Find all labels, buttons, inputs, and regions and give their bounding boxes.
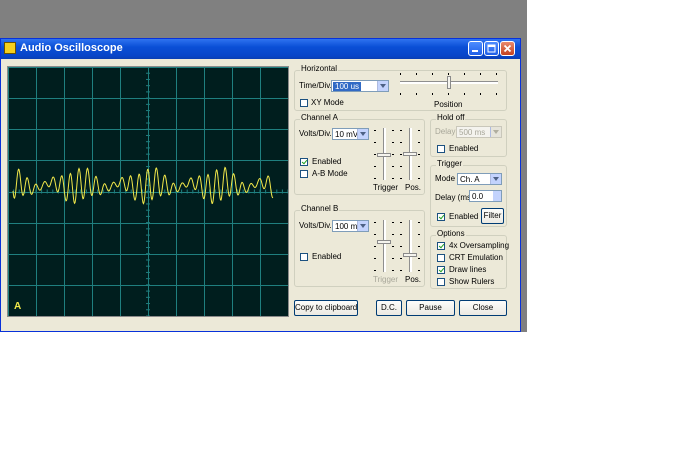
channel-b-title: Channel B bbox=[300, 204, 340, 213]
channel-a-group: Channel A Volts/Div. 10 mV Enabled A-B M… bbox=[294, 113, 425, 195]
copy-to-clipboard-button[interactable]: Copy to clipboard bbox=[294, 300, 358, 316]
position-label: Position bbox=[434, 100, 463, 109]
horizontal-position-slider[interactable] bbox=[400, 73, 498, 97]
channel-b-group: Channel B Volts/Div. 100 mV Enabled Trig… bbox=[294, 204, 425, 287]
draw-lines-checkbox[interactable] bbox=[437, 266, 445, 274]
chevron-down-icon bbox=[357, 221, 368, 231]
time-div-select[interactable]: 100 us bbox=[331, 80, 389, 92]
oscilloscope-window: Audio Oscilloscope A Horizontal Time/Div… bbox=[0, 38, 521, 332]
oversampling-label: 4x Oversampling bbox=[449, 241, 510, 250]
hold-off-title: Hold off bbox=[436, 113, 466, 122]
channel-a-position-slider[interactable] bbox=[400, 128, 420, 180]
close-window-button[interactable] bbox=[500, 41, 515, 56]
channel-a-trigger-label: Trigger bbox=[373, 183, 399, 192]
trigger-mode-value: Ch. A bbox=[460, 175, 480, 184]
time-div-value: 100 us bbox=[333, 82, 362, 91]
chevron-down-icon bbox=[357, 129, 368, 139]
trigger-enabled-checkbox[interactable] bbox=[437, 213, 445, 221]
trigger-delay-spinbox[interactable]: 0.0 bbox=[469, 190, 502, 202]
window-title: Audio Oscilloscope bbox=[20, 42, 123, 54]
minimize-button[interactable] bbox=[468, 41, 483, 56]
trigger-delay-value: 0.0 bbox=[472, 192, 484, 201]
app-icon bbox=[4, 42, 16, 54]
hold-off-delay-value: 500 ms bbox=[459, 128, 486, 137]
channel-b-trigger-thumb[interactable] bbox=[377, 240, 391, 244]
pause-button[interactable]: Pause bbox=[406, 300, 455, 316]
xy-mode-label: XY Mode bbox=[311, 98, 344, 107]
channel-a-pos-label: Pos. bbox=[405, 183, 422, 192]
chevron-down-icon bbox=[490, 174, 501, 184]
channel-a-volts-div-select[interactable]: 10 mV bbox=[332, 128, 369, 140]
channel-b-volts-div-select[interactable]: 100 mV bbox=[332, 220, 369, 232]
hold-off-group: Hold off Delay 500 ms Enabled bbox=[430, 113, 507, 157]
channel-a-trace bbox=[12, 166, 274, 205]
title-bar[interactable]: Audio Oscilloscope bbox=[1, 39, 520, 59]
channel-a-title: Channel A bbox=[300, 113, 339, 122]
hold-off-enabled-checkbox[interactable] bbox=[437, 145, 445, 153]
maximize-icon bbox=[487, 44, 496, 53]
trigger-enabled-label: Enabled bbox=[449, 212, 479, 221]
hold-off-delay-select[interactable]: 500 ms bbox=[456, 126, 502, 138]
channel-a-volts-div-label: Volts/Div. bbox=[299, 129, 332, 138]
ab-mode-checkbox[interactable] bbox=[300, 170, 308, 178]
spin-down-icon[interactable] bbox=[493, 196, 501, 201]
show-rulers-checkbox[interactable] bbox=[437, 278, 445, 286]
channel-a-position-thumb[interactable] bbox=[403, 152, 417, 156]
channel-a-trigger-thumb[interactable] bbox=[377, 153, 391, 157]
scope-graticule bbox=[8, 67, 288, 316]
position-slider-thumb[interactable] bbox=[447, 76, 451, 89]
channel-b-pos-label: Pos. bbox=[405, 275, 422, 284]
channel-b-enabled-checkbox[interactable] bbox=[300, 253, 308, 261]
crt-emulation-label: CRT Emulation bbox=[449, 253, 503, 262]
channel-b-trigger-slider[interactable] bbox=[374, 220, 394, 272]
channel-b-trigger-label: Trigger bbox=[373, 275, 399, 284]
channel-b-position-thumb[interactable] bbox=[403, 253, 417, 257]
close-icon bbox=[503, 44, 512, 53]
show-rulers-label: Show Rulers bbox=[449, 277, 495, 286]
channel-b-position-slider[interactable] bbox=[400, 220, 420, 272]
channel-b-volts-div-label: Volts/Div. bbox=[299, 221, 332, 230]
scope-display[interactable]: A bbox=[7, 66, 289, 317]
hold-off-delay-label: Delay bbox=[435, 127, 456, 136]
draw-lines-label: Draw lines bbox=[449, 265, 487, 274]
maximize-button[interactable] bbox=[484, 41, 499, 56]
filter-button[interactable]: Filter bbox=[481, 208, 504, 224]
trigger-title: Trigger bbox=[436, 159, 464, 168]
options-group: Options 4x Oversampling CRT Emulation Dr… bbox=[430, 229, 510, 289]
horizontal-group: Horizontal Time/Div. 100 us XY Mode Posi… bbox=[294, 64, 507, 111]
ab-mode-label: A-B Mode bbox=[312, 169, 348, 178]
xy-mode-checkbox[interactable] bbox=[300, 99, 308, 107]
dc-button[interactable]: D.C. bbox=[376, 300, 402, 316]
close-button[interactable]: Close bbox=[459, 300, 507, 316]
trigger-mode-label: Mode bbox=[435, 174, 456, 183]
minimize-icon bbox=[472, 50, 478, 52]
channel-a-trigger-slider[interactable] bbox=[374, 128, 394, 180]
time-div-label: Time/Div. bbox=[299, 81, 332, 90]
options-title: Options bbox=[436, 229, 466, 238]
chevron-down-icon bbox=[490, 127, 501, 137]
channel-a-volts-div-value: 10 mV bbox=[335, 130, 359, 139]
hold-off-enabled-label: Enabled bbox=[449, 144, 479, 153]
trigger-delay-label: Delay (ms) bbox=[435, 193, 474, 202]
channel-a-enabled-checkbox[interactable] bbox=[300, 158, 308, 166]
crt-emulation-checkbox[interactable] bbox=[437, 254, 445, 262]
horizontal-title: Horizontal bbox=[300, 64, 339, 73]
chevron-down-icon bbox=[377, 81, 388, 91]
trigger-group: Trigger Mode Ch. A Delay (ms) 0.0 Enable… bbox=[430, 159, 507, 227]
oversampling-checkbox[interactable] bbox=[437, 242, 445, 250]
channel-b-enabled-label: Enabled bbox=[312, 252, 342, 261]
channel-a-enabled-label: Enabled bbox=[312, 157, 342, 166]
trigger-mode-select[interactable]: Ch. A bbox=[457, 173, 502, 185]
channel-marker: A bbox=[14, 301, 22, 312]
